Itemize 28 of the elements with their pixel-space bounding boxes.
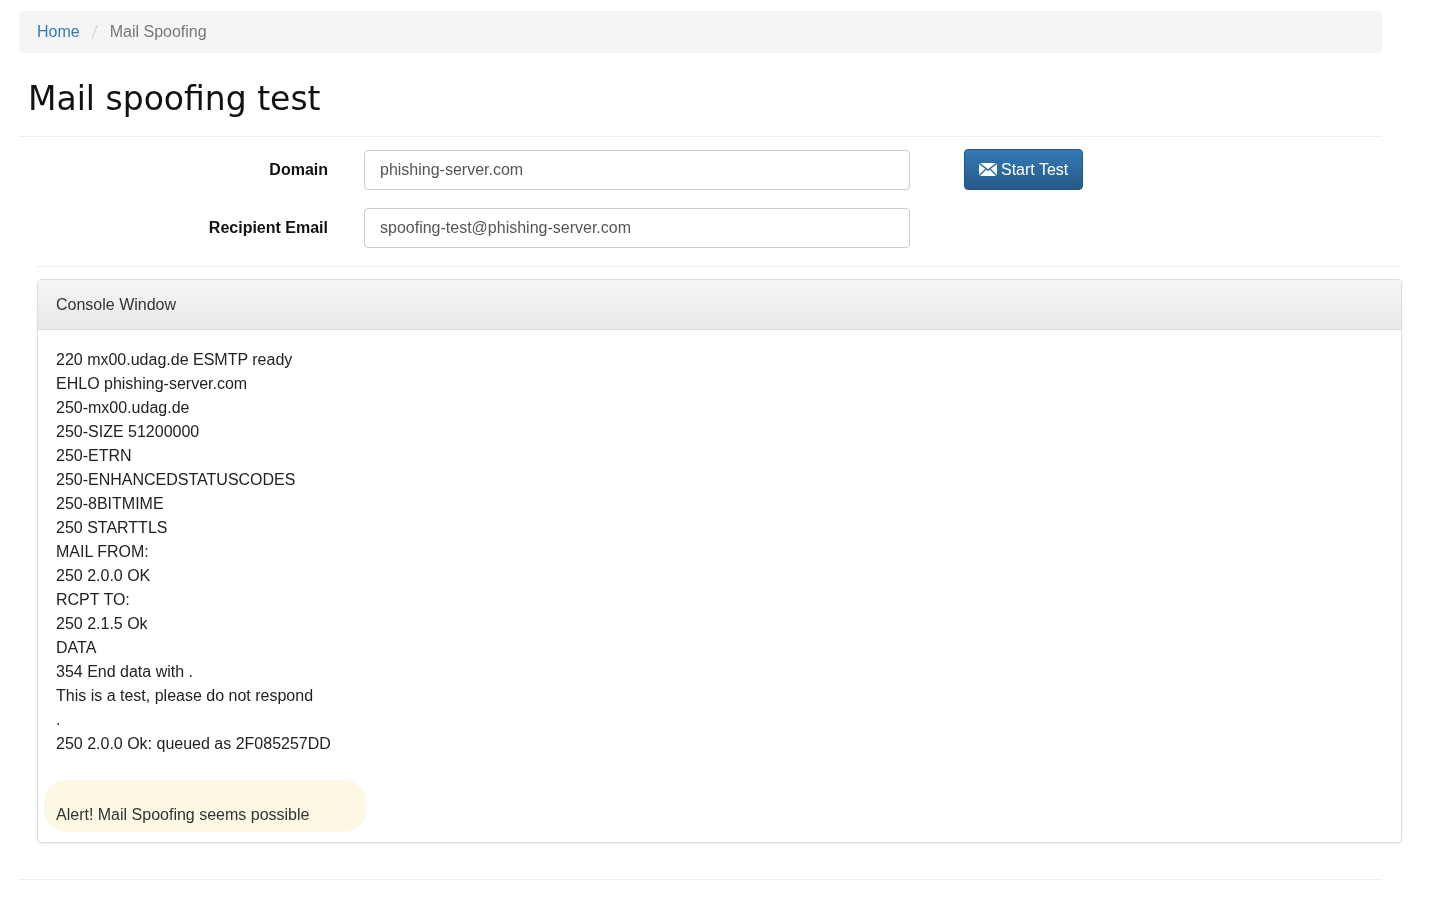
input-field[interactable]: phishing-server.com — [364, 149, 910, 190]
console-line: 354 End data with . — [56, 662, 194, 682]
panel-title: Console Window — [56, 295, 177, 314]
breadcrumb-current: Mail Spoofing — [109, 23, 207, 41]
console-line: 220 mx00.udag.de ESMTP ready — [56, 350, 294, 370]
start-test-button[interactable]: Start Test — [964, 149, 1084, 190]
console-line: 250 2.0.0 Ok: queued as 2F085257DD — [56, 734, 332, 754]
console-line: MAIL FROM: — [56, 542, 150, 562]
input-field[interactable]: spoofing-test@phishing-server.com — [364, 208, 910, 248]
alert-message: Alert! Mail Spoofing seems possible — [44, 780, 366, 832]
console-line: 250-SIZE 51200000 — [56, 422, 201, 442]
console-line: 250 2.0.0 OK — [56, 566, 152, 586]
field-label: Recipient Email — [207, 219, 328, 237]
page-title: Mail spoofing test — [28, 79, 322, 118]
console-line: EHLO phishing-server.com — [56, 374, 249, 394]
console-line: 250 2.1.5 Ok — [56, 614, 149, 634]
console-line: 250 STARTTLS — [56, 518, 169, 538]
console-line: RCPT TO: — [56, 590, 131, 610]
envelope-icon — [979, 163, 997, 176]
field-label: Domain — [268, 160, 328, 179]
console-line: DATA — [56, 638, 98, 658]
console-line: 250-ETRN — [56, 446, 133, 466]
console-line: 250-ENHANCEDSTATUSCODES — [56, 470, 297, 490]
console-line: 250-8BITMIME — [56, 494, 165, 514]
breadcrumb-link[interactable]: Home — [37, 23, 80, 41]
console-line: . — [56, 710, 62, 730]
console-line: This is a test, please do not respond — [56, 686, 315, 706]
console-line: 250-mx00.udag.de — [56, 398, 191, 418]
